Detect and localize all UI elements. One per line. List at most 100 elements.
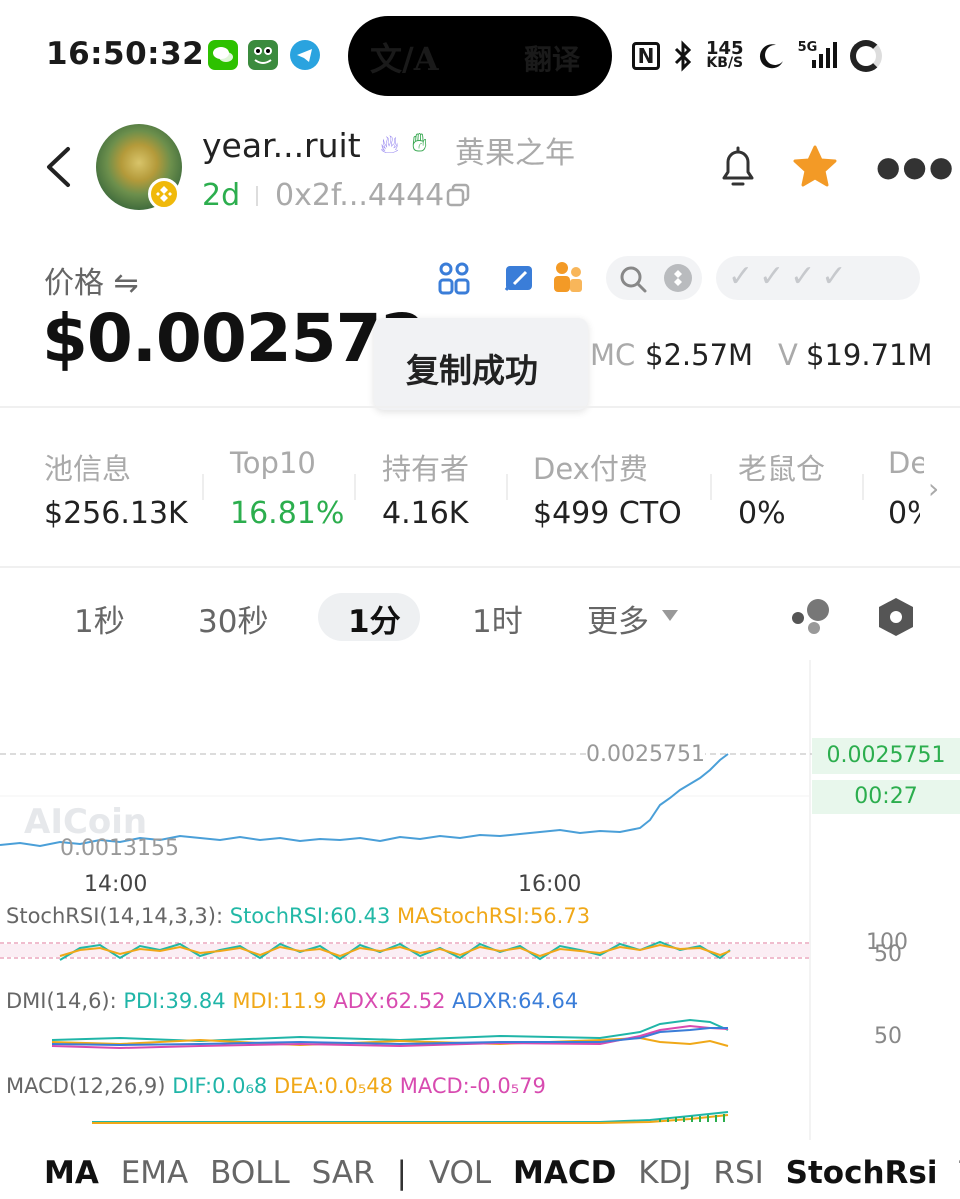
price-line: [0, 753, 729, 848]
bnb-chain-icon: [148, 178, 180, 210]
indicator-bar: MA EMA BOLL SAR | VOL MACD KDJ RSI Stoch…: [0, 1155, 960, 1199]
volume-label: V: [778, 338, 798, 372]
candlestick-chart[interactable]: [0, 660, 960, 1140]
group-grid-icon[interactable]: [436, 260, 472, 296]
token-chinese-name: 黄果之年: [455, 136, 575, 171]
macd-legend: MACD(12,26,9) DIF:0.0₆8 DEA:0.0₅48 MACD:…: [6, 1074, 546, 1098]
stat-dexpaid-value: $499 CTO: [533, 496, 682, 531]
fire-icon: 🔥︎: [380, 130, 400, 160]
tab-1h[interactable]: 1时: [472, 596, 523, 641]
battery-ring-icon: [849, 40, 882, 72]
dif-value: DIF:0.0₆8: [172, 1074, 268, 1098]
price-value: $0.002572: [42, 300, 426, 377]
frog-app-icon: [248, 40, 278, 70]
status-icons: N 145 KB/S 5G: [632, 34, 882, 78]
stat-dexpaid-label[interactable]: Dex付费: [533, 446, 648, 488]
divider: [506, 474, 508, 500]
indicator-sar[interactable]: SAR: [312, 1155, 375, 1191]
dropdown-arrow-icon[interactable]: [662, 610, 678, 621]
toast-message: 复制成功: [406, 351, 538, 390]
stochrsi-legend: StochRSI(14,14,3,3): StochRSI:60.43 MASt…: [6, 904, 590, 928]
bubble-map-icon[interactable]: [790, 598, 834, 636]
chart-low-label: 0.0013155: [60, 836, 179, 861]
moon-icon: [759, 44, 783, 69]
signal-icon: 5G: [798, 40, 838, 72]
indicator-stochrsi[interactable]: StochRsi: [786, 1155, 938, 1191]
stat-rat-label[interactable]: 老鼠仓: [738, 446, 825, 488]
indicator-kdj[interactable]: KDJ: [638, 1155, 691, 1191]
bnb-logo-icon[interactable]: [662, 262, 694, 294]
stat-dev-value: 0%: [888, 496, 920, 531]
stat-pool-value: $256.13K: [44, 496, 188, 531]
macd-value: MACD:-0.0₅79: [399, 1074, 546, 1098]
translate-icon: 文/A: [370, 40, 439, 78]
translate-label: 翻译: [524, 43, 581, 76]
divider: [354, 474, 356, 500]
favorite-star-icon[interactable]: [792, 144, 838, 190]
stat-top10-label[interactable]: Top10: [230, 446, 316, 480]
more-options-icon[interactable]: ●●●: [876, 153, 955, 181]
stat-pool-label[interactable]: 池信息: [44, 446, 131, 488]
stat-dev-label[interactable]: De: [888, 446, 924, 480]
indicator-boll[interactable]: BOLL: [210, 1155, 290, 1191]
tab-1m[interactable]: 1分: [348, 596, 401, 641]
indicator-ma[interactable]: MA: [44, 1155, 99, 1191]
search-tool-group[interactable]: [606, 256, 702, 300]
volume-value: $19.71M: [806, 338, 933, 372]
indicator-macd[interactable]: MACD: [513, 1155, 616, 1191]
dea-value: DEA:0.0₅48: [273, 1074, 394, 1098]
stochrsi-value: StochRSI:60.43: [229, 904, 391, 928]
stat-holders-value: 4.16K: [382, 496, 469, 531]
x-axis-label: 14:00: [84, 872, 148, 897]
settings-hex-icon[interactable]: [876, 596, 916, 638]
mastochrsi-value: MAStochRSI:56.73: [397, 904, 591, 928]
current-price-tag: 0.0025751: [812, 738, 960, 774]
tab-more[interactable]: 更多: [587, 596, 649, 641]
price-label[interactable]: 价格 ⇋: [44, 258, 139, 302]
stat-holders-label[interactable]: 持有者: [382, 446, 469, 488]
dmi-scale: 50: [874, 1024, 902, 1049]
stochrsi-params: StochRSI(14,14,3,3):: [6, 904, 224, 928]
tab-30s[interactable]: 30秒: [198, 596, 268, 641]
token-name: year...ruit: [202, 126, 361, 165]
indicator-rsi[interactable]: RSI: [713, 1155, 763, 1191]
contract-address[interactable]: 0x2f...4444: [275, 178, 444, 213]
x-axis-label: 16:00: [518, 872, 582, 897]
stat-rat-value: 0%: [738, 496, 786, 531]
divider: [202, 474, 204, 500]
market-cap-value: $2.57M: [645, 338, 754, 372]
community-icon[interactable]: [550, 260, 584, 294]
stat-top10-value: 16.81%: [230, 496, 345, 531]
bluetooth-icon: [674, 40, 692, 72]
chart-high-label: 0.0025751: [586, 742, 705, 767]
divider: [862, 474, 864, 500]
adxr-value: ADXR:64.64: [452, 989, 579, 1013]
telegram-icon: [290, 40, 320, 70]
dmi-params: DMI(14,6):: [6, 989, 117, 1013]
indicator-ema[interactable]: EMA: [121, 1155, 189, 1191]
edit-note-icon[interactable]: [504, 262, 536, 294]
divider: [710, 474, 712, 500]
pdi-value: PDI:39.84: [123, 989, 226, 1013]
wechat-icon: [208, 40, 238, 70]
indicator-separator: |: [396, 1155, 407, 1191]
status-time: 16:50:32: [46, 36, 205, 72]
tab-1s[interactable]: 1秒: [74, 596, 125, 641]
bell-icon[interactable]: [716, 144, 760, 190]
token-age: 2d: [202, 178, 241, 213]
macd-params: MACD(12,26,9): [6, 1074, 166, 1098]
adx-value: ADX:62.52: [333, 989, 446, 1013]
divider: [256, 186, 258, 206]
dif-line: [92, 1111, 729, 1123]
candle-countdown: 00:27: [812, 780, 960, 814]
network-speed: 145 KB/S: [706, 38, 744, 71]
security-checks[interactable]: ✓✓✓✓: [716, 256, 920, 300]
market-cap-label: MC: [590, 338, 636, 372]
chevron-right-icon[interactable]: ›: [928, 472, 939, 505]
copy-icon[interactable]: [446, 183, 470, 207]
waving-hand-icon: ✋︎: [412, 128, 427, 158]
back-arrow-icon[interactable]: [44, 146, 72, 188]
divider: [0, 406, 960, 408]
search-icon[interactable]: [618, 264, 648, 294]
indicator-vol[interactable]: VOL: [429, 1155, 491, 1191]
